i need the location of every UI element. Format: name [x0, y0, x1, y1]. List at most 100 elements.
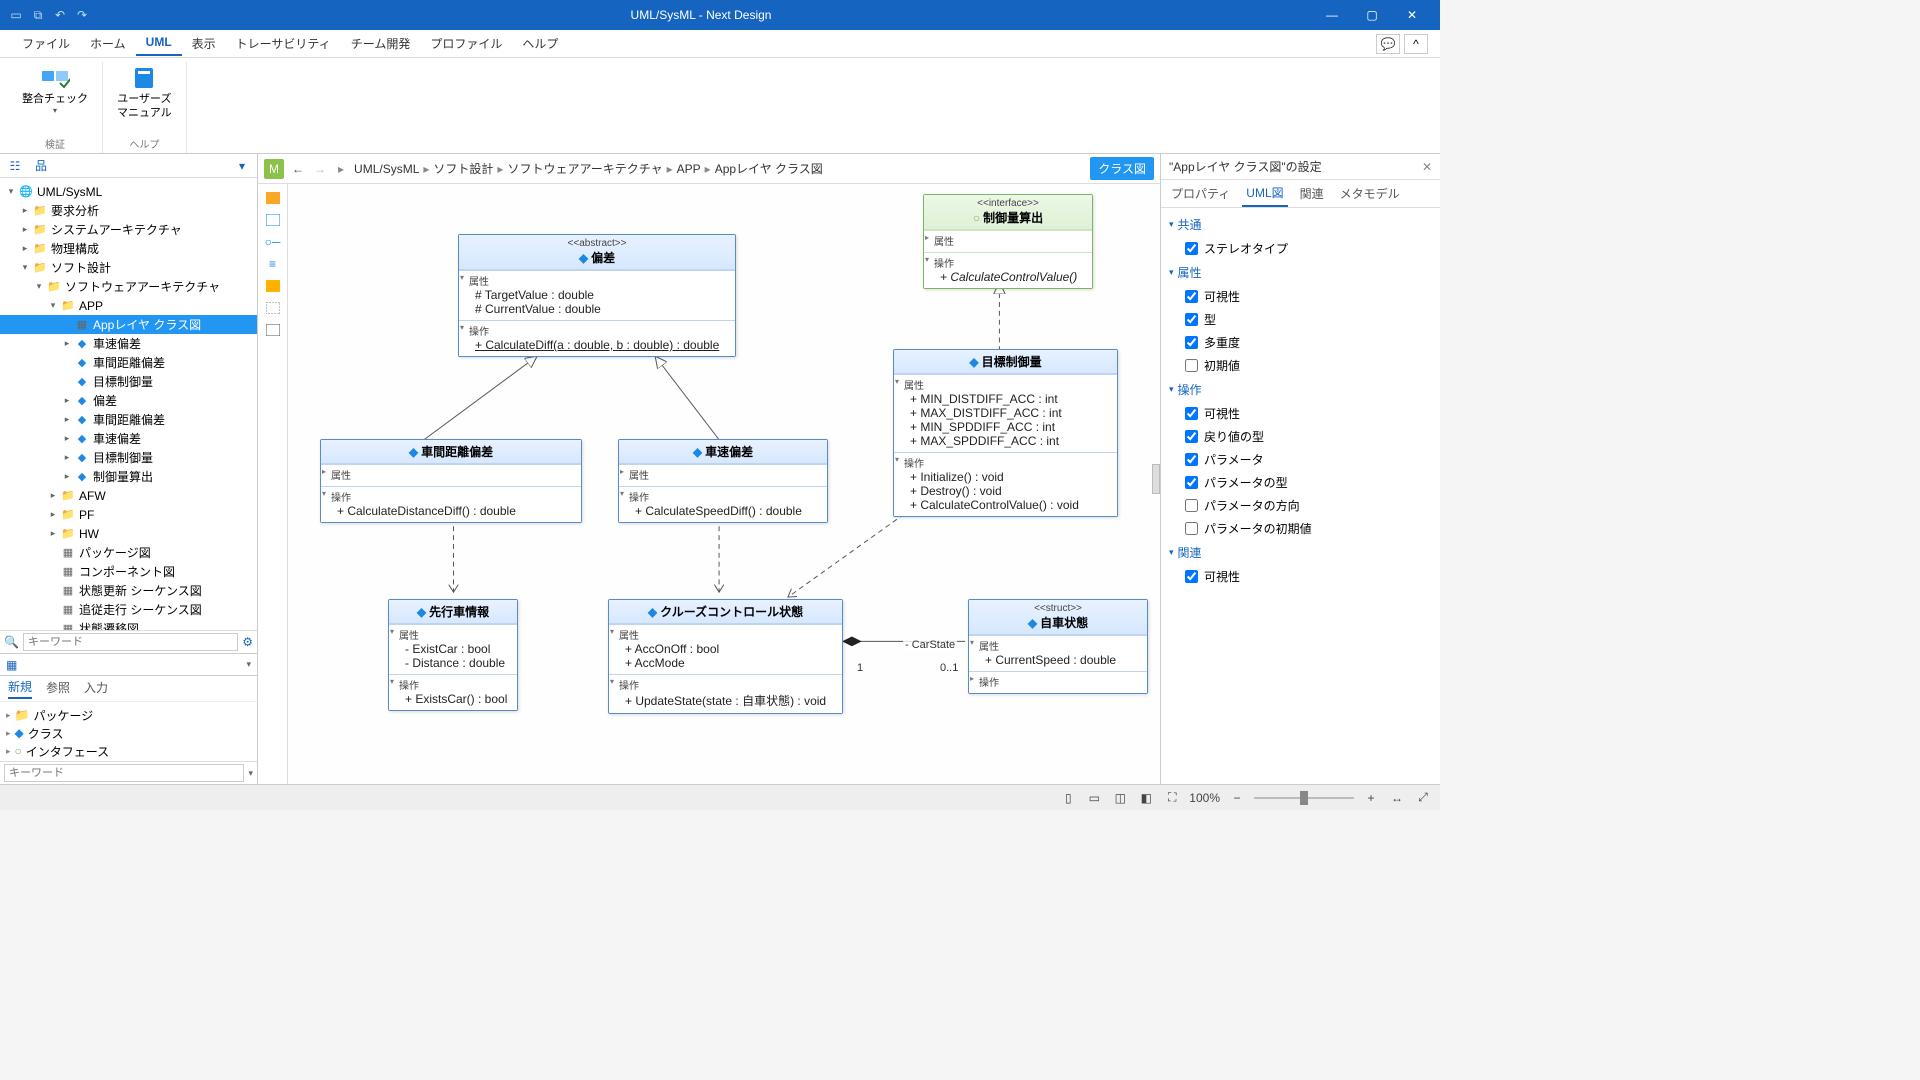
tree-item[interactable]: ▸📁要求分析 — [0, 201, 257, 220]
palette-item[interactable]: ▸◆ クラス — [6, 724, 251, 742]
tree-item[interactable]: ▸📁PF — [0, 505, 257, 524]
nav-forward-icon[interactable]: → — [312, 162, 328, 176]
checkbox[interactable] — [1185, 359, 1198, 372]
menu-トレーサビリティ[interactable]: トレーサビリティ — [226, 31, 341, 56]
props-tab-メタモデル[interactable]: メタモデル — [1336, 181, 1404, 206]
palette-frame-icon[interactable] — [264, 322, 282, 338]
checkbox[interactable] — [1185, 242, 1198, 255]
checkbox[interactable] — [1185, 336, 1198, 349]
palette-text-icon[interactable] — [264, 300, 282, 316]
palette-class-icon[interactable] — [264, 212, 282, 228]
bottom-dropdown-icon[interactable]: ▾ — [246, 659, 251, 670]
menu-ファイル[interactable]: ファイル — [12, 31, 80, 56]
check-パラメータの方向[interactable]: パラメータの方向 — [1169, 494, 1432, 517]
undo-icon[interactable]: ↶ — [52, 7, 68, 23]
tree-item[interactable]: ▸📁システムアーキテクチャ — [0, 220, 257, 239]
tree-item[interactable]: ▸◆制御量算出 — [0, 467, 257, 486]
save-all-icon[interactable]: ⧉ — [30, 7, 46, 23]
tree-item[interactable]: ▾🌐UML/SysML — [0, 182, 257, 201]
checkbox[interactable] — [1185, 407, 1198, 420]
bottom-tab-新規[interactable]: 新規 — [8, 678, 32, 699]
breadcrumb-item[interactable]: UML/SysML — [354, 162, 419, 176]
tree-item[interactable]: ▸◆偏差 — [0, 391, 257, 410]
check-型[interactable]: 型 — [1169, 308, 1432, 331]
section-操作[interactable]: 操作 — [1169, 377, 1432, 402]
layout2-icon[interactable]: ▭ — [1085, 789, 1103, 807]
props-tab-UML図[interactable]: UML図 — [1242, 180, 1287, 207]
class-cruise[interactable]: ◆クルーズコントロール状態 ▾属性 + AccOnOff : bool + Ac… — [608, 599, 843, 714]
breadcrumb-item[interactable]: ソフトウェアアーキテクチャ — [507, 160, 662, 177]
nav-back-icon[interactable]: ← — [290, 162, 306, 176]
palette-interface-icon[interactable]: ○─ — [264, 234, 282, 250]
feedback-icon[interactable]: 💬 — [1376, 34, 1400, 54]
filter-settings-icon[interactable]: ⚙ — [242, 635, 253, 649]
checkbox[interactable] — [1185, 430, 1198, 443]
checkbox[interactable] — [1185, 290, 1198, 303]
bottom-panel-icon[interactable]: ▦ — [6, 658, 17, 672]
check-パラメータの型[interactable]: パラメータの型 — [1169, 471, 1432, 494]
layers-icon[interactable]: ◧ — [1137, 789, 1155, 807]
validate-button[interactable]: 整合チェック ▾ — [16, 62, 94, 117]
fullscreen-icon[interactable]: ⤢ — [1414, 789, 1432, 807]
layout3-icon[interactable]: ◫ — [1111, 789, 1129, 807]
palette-item[interactable]: ▸📁 パッケージ — [6, 706, 251, 724]
save-icon[interactable]: ▭ — [8, 7, 24, 23]
section-共通[interactable]: 共通 — [1169, 212, 1432, 237]
close-panel-icon[interactable]: ✕ — [1422, 160, 1432, 174]
tree-item[interactable]: ▾📁ソフトウェアアーキテクチャ — [0, 277, 257, 296]
tree-item[interactable]: ▦状態更新 シーケンス図 — [0, 581, 257, 600]
check-パラメータの初期値[interactable]: パラメータの初期値 — [1169, 517, 1432, 540]
palette-item[interactable]: ▸○ インタフェース — [6, 742, 251, 760]
props-tab-プロパティ[interactable]: プロパティ — [1167, 181, 1234, 206]
check-可視性[interactable]: 可視性 — [1169, 565, 1432, 588]
bottom-tab-参照[interactable]: 参照 — [46, 679, 70, 698]
tree-item[interactable]: ▸◆車速偏差 — [0, 334, 257, 353]
tree-item[interactable]: ▸◆車速偏差 — [0, 429, 257, 448]
section-属性[interactable]: 属性 — [1169, 260, 1432, 285]
checkbox[interactable] — [1185, 499, 1198, 512]
check-戻り値の型[interactable]: 戻り値の型 — [1169, 425, 1432, 448]
check-多重度[interactable]: 多重度 — [1169, 331, 1432, 354]
breadcrumb-item[interactable]: ソフト設計 — [433, 160, 493, 177]
breadcrumb[interactable]: UML/SysML▸ソフト設計▸ソフトウェアアーキテクチャ▸APP▸Appレイヤ… — [354, 160, 823, 177]
palette-package-icon[interactable] — [264, 190, 282, 206]
tree-filter-input[interactable] — [23, 633, 238, 651]
tree-item[interactable]: ▦状態遷移図 — [0, 619, 257, 630]
tree-item[interactable]: ▦コンポーネント図 — [0, 562, 257, 581]
interface-seigyo[interactable]: <<interface>> ○制御量算出 ▸属性 ▾操作 + Calculate… — [923, 194, 1093, 289]
check-初期値[interactable]: 初期値 — [1169, 354, 1432, 377]
check-ステレオタイプ[interactable]: ステレオタイプ — [1169, 237, 1432, 260]
tree-item[interactable]: ▸📁HW — [0, 524, 257, 543]
fitview-icon[interactable]: ⛶ — [1163, 789, 1181, 807]
tree-collapse-icon[interactable]: ▾ — [233, 157, 251, 175]
redo-icon[interactable]: ↷ — [74, 7, 90, 23]
breadcrumb-item[interactable]: Appレイヤ クラス図 — [715, 160, 823, 177]
maximize-button[interactable]: ▢ — [1352, 0, 1392, 30]
tree-tab-icon[interactable]: ☷ — [6, 157, 24, 175]
minimize-button[interactable]: — — [1312, 0, 1352, 30]
tree-item[interactable]: ▦Appレイヤ クラス図 — [0, 315, 257, 334]
zoom-out-icon[interactable]: − — [1228, 789, 1246, 807]
model-tree[interactable]: ▾🌐UML/SysML▸📁要求分析▸📁システムアーキテクチャ▸📁物理構成▾📁ソフ… — [0, 178, 257, 630]
section-関連[interactable]: 関連 — [1169, 540, 1432, 565]
checkbox[interactable] — [1185, 313, 1198, 326]
menu-表示[interactable]: 表示 — [182, 31, 226, 56]
menu-ホーム[interactable]: ホーム — [80, 31, 136, 56]
tree-item[interactable]: ▾📁APP — [0, 296, 257, 315]
props-tab-関連[interactable]: 関連 — [1296, 181, 1328, 206]
class-leading[interactable]: ◆先行車情報 ▾属性 - ExistCar : bool - Distance … — [388, 599, 518, 711]
palette-note-icon[interactable] — [264, 278, 282, 294]
manual-button[interactable]: ユーザーズ マニュアル — [111, 62, 178, 123]
tree-item[interactable]: ◆車間距離偏差 — [0, 353, 257, 372]
zoom-slider[interactable] — [1254, 797, 1354, 799]
diagram-type-chip[interactable]: クラス図 — [1090, 157, 1154, 180]
splitter-right[interactable] — [1152, 464, 1160, 494]
zoom-fit-icon[interactable]: ↔ — [1388, 789, 1406, 807]
menu-UML[interactable]: UML — [136, 31, 182, 56]
tree-item[interactable]: ▾📁ソフト設計 — [0, 258, 257, 277]
menu-ヘルプ[interactable]: ヘルプ — [512, 31, 568, 56]
bottom-dropdown2-icon[interactable]: ▾ — [248, 768, 253, 779]
checkbox[interactable] — [1185, 570, 1198, 583]
tree-item[interactable]: ▸◆車間距離偏差 — [0, 410, 257, 429]
check-可視性[interactable]: 可視性 — [1169, 285, 1432, 308]
